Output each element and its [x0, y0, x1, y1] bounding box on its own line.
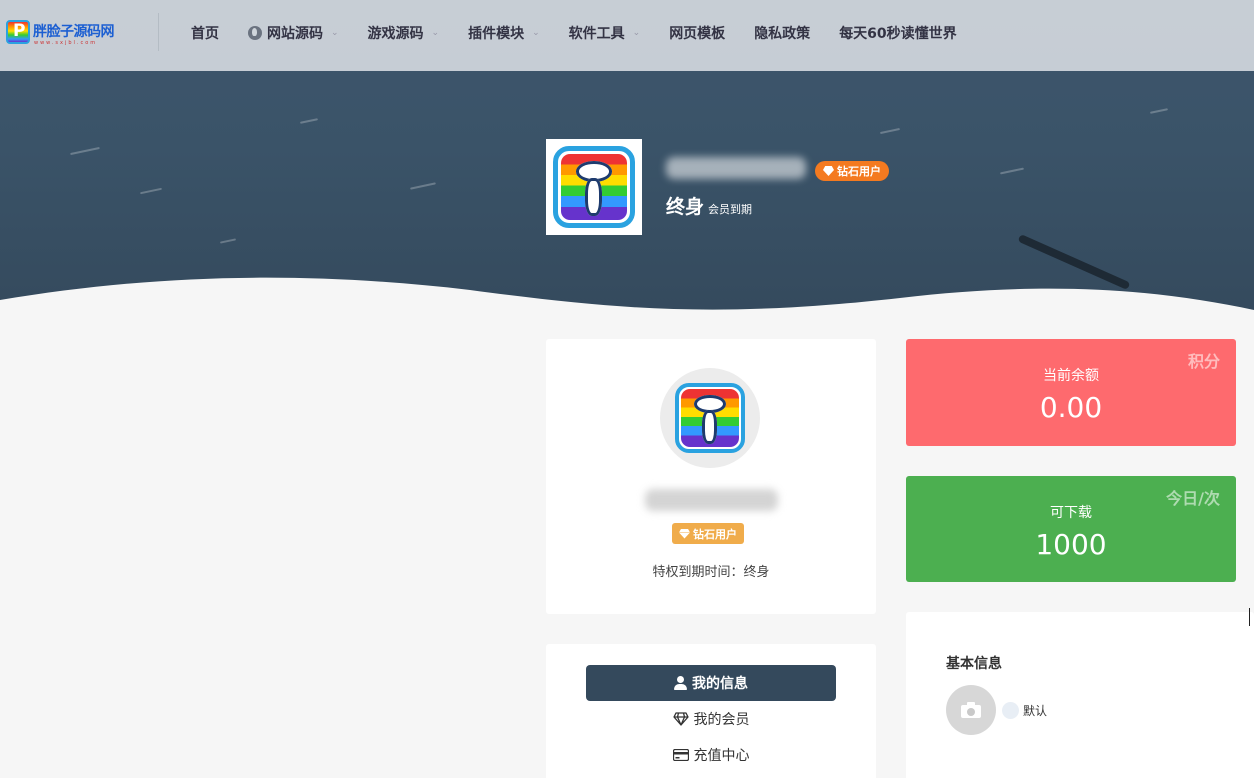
nav-item-daily-news[interactable]: 每天60秒读懂世界 — [839, 23, 956, 43]
chevron-down-icon: ⌄ — [632, 28, 641, 38]
diamond-icon — [672, 712, 689, 726]
rain-streak — [70, 146, 100, 156]
balance-value: 0.00 — [1039, 391, 1103, 424]
avatar-image — [675, 383, 745, 453]
nav-item-home[interactable]: 首页 — [191, 23, 219, 43]
vip-badge-label: 钻石用户 — [693, 527, 737, 541]
nav-item-label: 插件模块 — [468, 26, 525, 42]
hero-vip-badge: 钻石用户 — [815, 161, 889, 181]
username-blurred — [645, 489, 778, 511]
nav-item-software[interactable]: 软件工具 ⌄ — [569, 23, 641, 43]
avatar — [660, 368, 760, 468]
nav-item-label: 网页模板 — [669, 26, 726, 42]
site-logo[interactable]: 胖脸子源码网 www.sxjbl.com — [6, 14, 138, 50]
text-cursor-icon — [1249, 608, 1254, 626]
logo-subtext: www.sxjbl.com — [34, 40, 98, 46]
nav-item-site-source[interactable]: 网站源码 ⌄ — [248, 23, 339, 43]
rain-streak — [1149, 108, 1169, 114]
vip-badge-label: 钻石用户 — [837, 165, 881, 178]
hero-membership-expiry: 终身 会员到期 — [666, 192, 752, 219]
nav-item-label: 软件工具 — [568, 26, 625, 42]
nav-item-templates[interactable]: 网页模板 — [669, 23, 725, 43]
account-menu-card: 我的信息 我的会员 充值中心 — [546, 644, 876, 778]
diamond-icon — [823, 166, 834, 176]
nav-item-game-source[interactable]: 游戏源码 ⌄ — [368, 23, 440, 43]
rain-streak — [880, 127, 900, 135]
downloads-value: 1000 — [1035, 528, 1107, 561]
top-navbar: 胖脸子源码网 www.sxjbl.com 首页 网站源码 ⌄ 游戏源码 ⌄ 插件… — [0, 0, 1254, 71]
nav-item-plugins[interactable]: 插件模块 ⌄ — [468, 23, 540, 43]
nav-item-privacy[interactable]: 隐私政策 — [754, 23, 810, 43]
hero-avatar — [546, 139, 642, 235]
menu-item-my-membership[interactable]: 我的会员 — [586, 704, 836, 734]
avatar-upload[interactable] — [946, 685, 996, 735]
balance-label: 当前余额 — [1043, 368, 1099, 384]
nav-item-label: 网站源码 — [267, 26, 323, 42]
menu-item-label: 我的会员 — [693, 712, 750, 728]
downloads-label: 可下载 — [1050, 505, 1092, 521]
vip-badge: 钻石用户 — [672, 523, 744, 544]
basic-info-card: 基本信息 默认 — [906, 612, 1254, 778]
camera-icon — [961, 702, 981, 718]
rain-streak — [1000, 167, 1024, 175]
expiry-label: 会员到期 — [708, 203, 753, 216]
nav-menu: 首页 网站源码 ⌄ 游戏源码 ⌄ 插件模块 ⌄ 软件工具 ⌄ 网页模板 隐私政策… — [191, 0, 986, 66]
menu-item-recharge[interactable]: 充值中心 — [586, 740, 836, 770]
expiry-value: 终身 — [666, 196, 705, 218]
logo-icon — [6, 20, 30, 44]
avatar-image — [553, 146, 635, 228]
profile-card: 钻石用户 特权到期时间：终身 — [546, 339, 876, 614]
default-avatar-icon — [1002, 702, 1019, 719]
nav-item-label: 首页 — [191, 26, 219, 42]
chevron-down-icon: ⌄ — [532, 28, 540, 38]
nav-item-label: 每天60秒读懂世界 — [839, 26, 957, 42]
nav-item-label: 隐私政策 — [754, 26, 811, 42]
hero-username-blurred — [666, 157, 806, 179]
rain-streak — [299, 118, 319, 124]
nav-divider — [158, 13, 159, 51]
diamond-icon — [679, 529, 690, 539]
default-avatar-option[interactable]: 默认 — [1002, 702, 1047, 719]
nav-item-label: 游戏源码 — [367, 26, 424, 42]
rain-streak — [410, 182, 436, 190]
chevron-down-icon: ⌄ — [331, 28, 339, 38]
hero-wave — [0, 277, 1254, 340]
default-label: 默认 — [1023, 704, 1048, 718]
chevron-down-icon: ⌄ — [431, 28, 440, 38]
credit-card-icon — [672, 749, 689, 761]
downloads-card: 今日/次 可下载 1000 — [906, 476, 1236, 582]
menu-item-my-info[interactable]: 我的信息 — [586, 665, 836, 701]
rain-streak — [140, 187, 162, 195]
basic-info-title: 基本信息 — [946, 656, 1002, 672]
globe-icon — [248, 26, 262, 40]
logo-text: 胖脸子源码网 — [33, 24, 115, 40]
rain-streak — [219, 238, 237, 244]
menu-item-label: 充值中心 — [693, 748, 750, 764]
menu-item-label: 我的信息 — [692, 676, 748, 692]
privilege-expiry-text: 特权到期时间：终身 — [652, 565, 770, 580]
balance-card: 积分 当前余额 0.00 — [906, 339, 1236, 446]
user-icon — [674, 676, 687, 690]
